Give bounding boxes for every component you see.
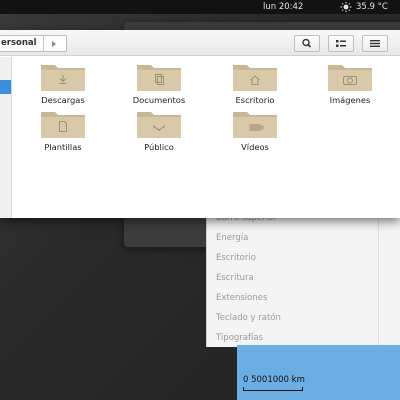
home-icon: [233, 65, 277, 91]
search-button[interactable]: [294, 35, 320, 52]
view-toggle-button[interactable]: [328, 35, 354, 52]
top-panel: lun 20:42 35.9 °C: [0, 0, 400, 14]
search-icon: [302, 38, 312, 48]
panel-temperature: 35.9 °C: [356, 2, 388, 12]
settings-category[interactable]: Tipografías: [216, 333, 263, 343]
settings-category[interactable]: Escritura: [216, 273, 254, 283]
folder-item[interactable]: Documentos: [119, 62, 199, 105]
document-icon: [137, 65, 181, 91]
toolbar: ersonal: [0, 30, 400, 56]
template-icon: [41, 112, 85, 138]
path-segment-home[interactable]: ersonal: [0, 36, 44, 51]
folder-item[interactable]: Plantillas: [23, 109, 103, 152]
settings-category[interactable]: Teclado y ratón: [216, 313, 281, 323]
camera-icon: [328, 65, 372, 91]
settings-category-list: Barra superior Energía Escritorio Escrit…: [207, 205, 379, 347]
map-view[interactable]: 0 5001000 km: [237, 345, 400, 400]
folder-item[interactable]: Descargas: [23, 62, 103, 105]
settings-category[interactable]: Extensiones: [216, 293, 267, 303]
map-scale-bar: [243, 387, 303, 391]
download-icon: [41, 65, 85, 91]
folder-label: Público: [144, 142, 174, 152]
places-sidebar[interactable]: [0, 57, 12, 218]
list-view-icon: [336, 40, 346, 47]
file-manager-window[interactable]: ersonal Descargas Documentos Escritorio …: [0, 30, 400, 218]
settings-window[interactable]: Barra superior Energía Escritorio Escrit…: [206, 205, 400, 347]
folder-item[interactable]: Escritorio: [215, 62, 295, 105]
menu-icon: [370, 40, 380, 47]
folder-label: Escritorio: [235, 95, 275, 105]
folder-label: Imágenes: [329, 95, 371, 105]
settings-category[interactable]: Escritorio: [216, 253, 256, 263]
folder-item[interactable]: Vídeos: [215, 109, 295, 152]
folder-label: Documentos: [132, 95, 186, 105]
sun-icon: [340, 2, 352, 12]
settings-category[interactable]: Energía: [216, 233, 248, 243]
path-bar[interactable]: ersonal: [0, 35, 67, 52]
panel-weather[interactable]: 35.9 °C: [340, 2, 388, 12]
share-icon: [137, 112, 181, 138]
map-scale-label: 0 5001000 km: [243, 375, 305, 385]
settings-detail-pane: e I C T A: [379, 205, 400, 347]
panel-clock[interactable]: lun 20:42: [263, 2, 303, 12]
sidebar-selected-item[interactable]: [0, 80, 11, 94]
folder-label: Descargas: [41, 95, 85, 105]
folder-item[interactable]: Público: [119, 109, 199, 152]
folder-label: Vídeos: [241, 142, 269, 152]
folder-item[interactable]: Imágenes: [310, 62, 390, 105]
path-forward-icon[interactable]: [44, 36, 66, 51]
folder-label: Plantillas: [44, 142, 82, 152]
video-icon: [233, 112, 277, 138]
menu-button[interactable]: [362, 35, 388, 52]
